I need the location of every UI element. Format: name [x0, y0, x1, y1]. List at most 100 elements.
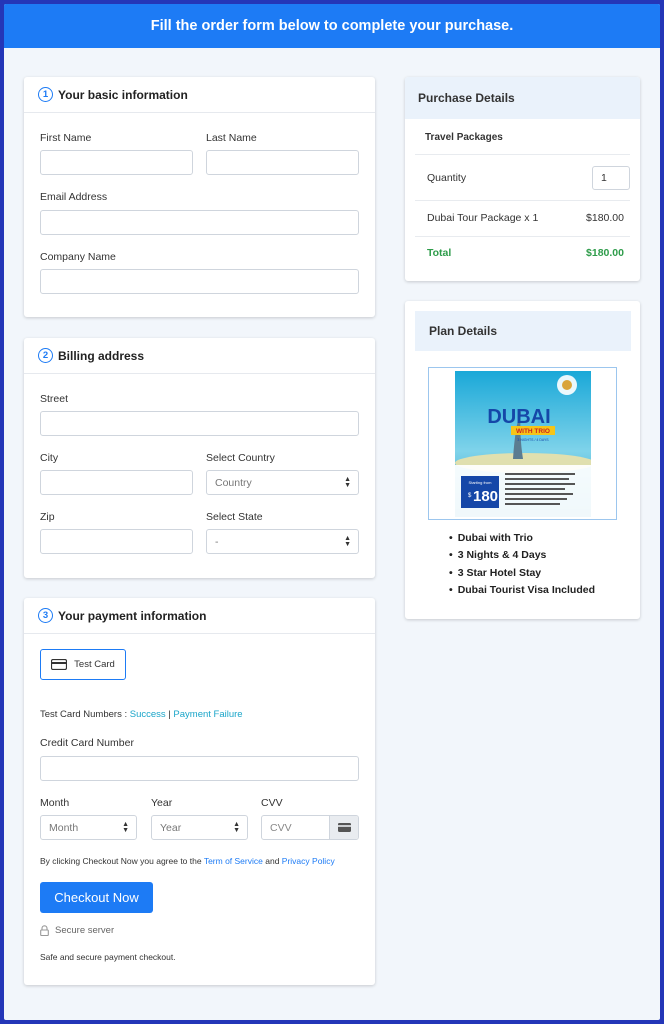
month-select-value: Month — [49, 821, 79, 834]
quantity-row: Quantity 1 — [415, 165, 630, 190]
plan-image-frame: DUBAI WITH TRIO 3 NIGHTS / 4 DAYS Starti… — [428, 367, 617, 520]
test-card-label: Test Card — [74, 659, 115, 670]
poster-ribbon: WITH TRIO — [516, 428, 550, 435]
credit-card-icon — [51, 659, 68, 670]
total-value: $180.00 — [586, 247, 624, 259]
dubai-package-poster: DUBAI WITH TRIO 3 NIGHTS / 4 DAYS Starti… — [455, 371, 591, 517]
page-frame: Fill the order form below to complete yo… — [4, 4, 660, 1020]
cvv-card-addon — [329, 816, 358, 839]
checkout-now-label: Checkout Now — [54, 890, 139, 905]
purchase-details-title: Purchase Details — [418, 91, 515, 105]
zip-input[interactable] — [40, 529, 193, 554]
company-label: Company Name — [40, 251, 116, 263]
basic-info-title: Your basic information — [58, 87, 188, 102]
email-input[interactable] — [40, 210, 359, 235]
banner-title: Fill the order form below to complete yo… — [150, 18, 514, 34]
billing-title: Billing address — [58, 348, 145, 363]
month-label: Month — [40, 797, 70, 809]
first-name-input[interactable] — [40, 150, 193, 175]
checkout-now-button[interactable]: Checkout Now — [40, 882, 153, 913]
poster-title: DUBAI — [487, 406, 550, 428]
and-text: and — [265, 856, 280, 866]
divider — [415, 200, 630, 201]
plan-details-title: Plan Details — [429, 324, 498, 338]
plan-details-card: Plan Details DUBAI WITH TRIO 3 NIGHTS / … — [405, 301, 640, 619]
item-row: Dubai Tour Package x 1 $180.00 — [415, 209, 630, 227]
payment-title: Your payment information — [58, 608, 207, 623]
terms-link[interactable]: Term of Service — [204, 856, 263, 866]
top-banner: Fill the order form below to complete yo… — [4, 4, 660, 48]
state-select-value: - — [215, 535, 219, 548]
year-label: Year — [151, 797, 173, 809]
country-label: Select Country — [206, 452, 275, 464]
quantity-input[interactable]: 1 — [592, 165, 630, 190]
last-name-input[interactable] — [206, 150, 359, 175]
state-select[interactable]: - ▲ ▼ — [206, 529, 359, 554]
country-select[interactable]: Country ▲ ▼ — [206, 470, 359, 495]
plan-feature-item: 3 Nights & 4 Days — [449, 547, 595, 565]
step-number-3: 3 — [38, 608, 53, 623]
year-select-value: Year — [160, 821, 182, 834]
credit-card-input[interactable] — [40, 756, 359, 781]
payment-header: 3 Your payment information — [24, 598, 375, 634]
last-name-label: Last Name — [206, 132, 257, 144]
basic-info-header: 1 Your basic information — [24, 77, 375, 113]
first-name-label: First Name — [40, 132, 92, 144]
select-arrows-icon: ▲ ▼ — [344, 535, 351, 548]
item-label: Dubai Tour Package x 1 — [427, 212, 539, 224]
secure-server-note: Secure server — [40, 925, 114, 936]
purchase-details-card: Purchase Details Travel Packages Quantit… — [405, 77, 640, 281]
travel-packages-label: Travel Packages — [425, 132, 503, 143]
plan-features-list: Dubai with Trio 3 Nights & 4 Days 3 Star… — [449, 529, 595, 599]
basic-info-card: 1 Your basic information First Name Last… — [24, 77, 375, 317]
plan-details-header: Plan Details — [415, 311, 631, 351]
payment-failure-link[interactable]: Payment Failure — [173, 709, 242, 720]
billing-header: 2 Billing address — [24, 338, 375, 374]
select-arrows-icon: ▲ ▼ — [122, 821, 129, 834]
privacy-link[interactable]: Privacy Policy — [282, 856, 335, 866]
street-label: Street — [40, 393, 69, 405]
cvv-placeholder: CVV — [270, 822, 292, 834]
year-select[interactable]: Year ▲ ▼ — [151, 815, 248, 840]
email-label: Email Address — [40, 191, 108, 203]
city-input[interactable] — [40, 470, 193, 495]
terms-agreement: By clicking Checkout Now you agree to th… — [40, 856, 335, 866]
cvv-label: CVV — [261, 797, 283, 809]
plan-feature-item: Dubai Tourist Visa Included — [449, 582, 595, 600]
test-numbers-label: Test Card Numbers : — [40, 709, 128, 720]
success-link[interactable]: Success — [130, 709, 166, 720]
test-card-numbers: Test Card Numbers : Success | Payment Fa… — [40, 709, 243, 720]
divider — [415, 236, 630, 237]
poster-price: 180 — [473, 488, 498, 505]
test-card-option[interactable]: Test Card — [40, 649, 126, 680]
street-input[interactable] — [40, 411, 359, 436]
lock-icon — [40, 925, 49, 936]
item-price: $180.00 — [586, 212, 624, 224]
plan-feature-item: Dubai with Trio — [449, 529, 595, 547]
divider — [415, 154, 630, 155]
country-select-value: Country — [215, 476, 252, 489]
payment-card: 3 Your payment information Test Card Tes… — [24, 598, 375, 985]
billing-card: 2 Billing address Street City Select Cou… — [24, 338, 375, 578]
city-label: City — [40, 452, 59, 464]
state-label: Select State — [206, 511, 263, 523]
total-row: Total $180.00 — [415, 244, 630, 262]
month-select[interactable]: Month ▲ ▼ — [40, 815, 137, 840]
agree-prefix: By clicking Checkout Now you agree to th… — [40, 856, 202, 866]
safe-checkout-text: Safe and secure payment checkout. — [40, 952, 176, 962]
total-label: Total — [427, 247, 452, 259]
select-arrows-icon: ▲ ▼ — [344, 476, 351, 489]
step-number-1: 1 — [38, 87, 53, 102]
zip-label: Zip — [40, 511, 55, 523]
card-icon — [337, 823, 351, 832]
cvv-input[interactable]: CVV — [261, 815, 359, 840]
link-separator: | — [168, 709, 171, 720]
poster-ribbon-sub: 3 NIGHTS / 4 DAYS — [517, 438, 549, 442]
secure-server-text: Secure server — [55, 925, 115, 936]
purchase-details-header: Purchase Details — [405, 77, 640, 119]
select-arrows-icon: ▲ ▼ — [233, 821, 240, 834]
company-input[interactable] — [40, 269, 359, 294]
step-number-2: 2 — [38, 348, 53, 363]
quantity-value: 1 — [601, 171, 607, 184]
credit-card-label: Credit Card Number — [40, 737, 134, 749]
